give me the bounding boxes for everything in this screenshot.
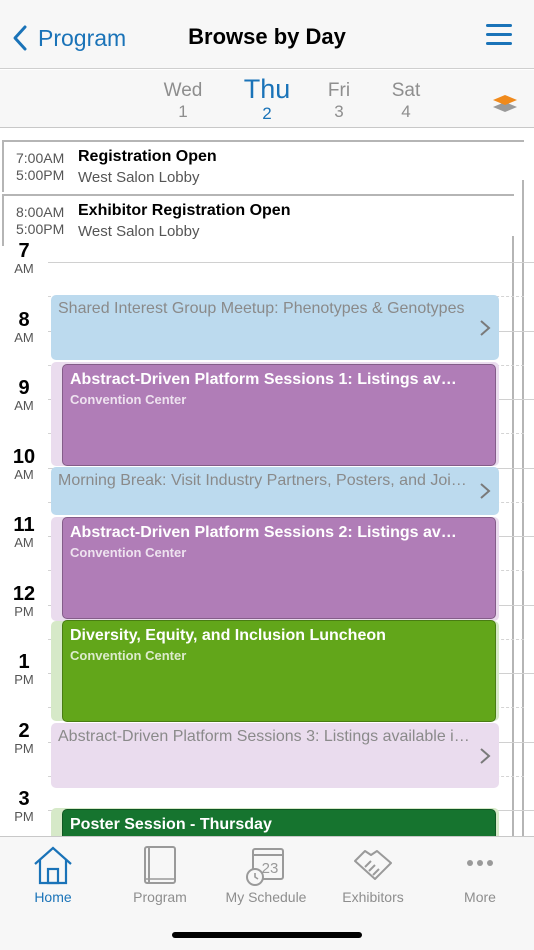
all-day-event-registration[interactable]: 7:00AM 5:00PM Registration Open West Sal… [2,140,524,192]
event-title: Exhibitor Registration Open [78,202,291,219]
tab-home[interactable]: Home [0,843,106,905]
more-dots-icon [467,860,493,866]
page-title: Browse by Day [188,24,346,49]
hour-gridline [48,262,534,263]
hour-label: 7 AM [14,240,34,276]
all-day-span-line [522,180,524,836]
event-start-time: 7:00AM [16,150,65,166]
day-name: Thu [243,74,291,104]
day-number: 3 [334,102,344,121]
nav-header: Program Browse by Day [0,0,534,69]
hour-label: 8 AM [14,309,34,345]
event-title: Poster Session - Thursday [70,816,272,833]
hour-label: 9 AM [14,377,34,413]
day-tab-wed[interactable]: Wed 1 [153,80,213,122]
event-title: Abstract-Driven Platform Sessions 1: Lis… [70,371,465,388]
event-shared-interest-group[interactable]: Shared Interest Group Meetup: Phenotypes… [51,295,499,360]
day-number: 4 [401,102,411,121]
day-number: 2 [262,104,272,123]
tab-label: More [464,889,496,905]
book-icon [144,846,176,884]
hour-label: 12 PM [12,583,36,619]
day-name: Sat [391,80,421,101]
event-times: 7:00AM 5:00PM [16,150,64,184]
hour-label: 2 PM [14,720,34,756]
hamburger-menu-icon[interactable] [486,24,512,50]
event-location: Convention Center [70,392,187,407]
home-indicator [172,932,362,938]
home-icon [34,846,72,885]
layers-icon[interactable] [492,92,518,116]
tab-label: My Schedule [225,889,307,905]
event-title: Shared Interest Group Meetup: Phenotypes… [58,300,465,317]
hour-label: 11 AM [13,514,35,550]
event-times: 8:00AM 5:00PM [16,204,64,238]
event-title: Abstract-Driven Platform Sessions 2: Lis… [70,524,465,541]
day-tab-fri[interactable]: Fri 3 [309,80,369,122]
event-title: Morning Break: Visit Industry Partners, … [58,472,473,489]
event-start-time: 8:00AM [16,204,65,220]
event-title: Diversity, Equity, and Inclusion Luncheo… [70,627,386,644]
event-location: West Salon Lobby [78,169,200,186]
hour-label: 10 AM [12,446,36,482]
event-location: West Salon Lobby [78,223,200,240]
day-selector: Wed 1 Thu 2 Fri 3 Sat 4 [0,70,534,128]
event-poster-session[interactable]: Poster Session - Thursday [62,809,496,836]
tab-program[interactable]: Program [107,843,213,905]
tab-label: Exhibitors [342,889,404,905]
tab-label: Home [34,889,72,905]
event-platform-sessions-2[interactable]: Abstract-Driven Platform Sessions 2: Lis… [62,517,496,619]
event-location: Convention Center [70,648,187,663]
tab-my-schedule[interactable]: 23 My Schedule [213,843,319,905]
event-platform-sessions-1[interactable]: Abstract-Driven Platform Sessions 1: Lis… [62,364,496,466]
hour-label: 1 PM [14,651,34,687]
day-name: Fri [327,80,351,101]
event-morning-break[interactable]: Morning Break: Visit Industry Partners, … [51,467,499,515]
event-title: Registration Open [78,148,217,165]
day-number: 1 [178,102,188,121]
day-tab-sat[interactable]: Sat 4 [376,80,436,122]
event-end-time: 5:00PM [16,221,65,237]
tab-label: Program [133,889,187,905]
event-dei-luncheon[interactable]: Diversity, Equity, and Inclusion Luncheo… [62,620,496,722]
event-end-time: 5:00PM [16,167,65,183]
browse-by-day-screen: Program Browse by Day Wed 1 Thu 2 Fri 3 … [0,0,534,950]
tab-more[interactable]: More [427,843,533,905]
day-name: Wed [163,80,203,101]
chevron-right-icon [480,483,491,499]
all-day-event-exhibitor-registration[interactable]: 8:00AM 5:00PM Exhibitor Registration Ope… [2,194,514,246]
chevron-right-icon [480,319,491,336]
chevron-right-icon [480,747,491,764]
calendar-clock-icon: 23 [246,848,284,886]
hour-label: 3 PM [14,788,34,824]
day-tab-thu[interactable]: Thu 2 [237,74,297,124]
event-title: Abstract-Driven Platform Sessions 3: Lis… [58,728,473,745]
handshake-icon [354,850,392,880]
event-platform-sessions-3[interactable]: Abstract-Driven Platform Sessions 3: Lis… [51,723,499,788]
tab-exhibitors[interactable]: Exhibitors [320,843,426,905]
calendar-date: 23 [262,860,279,877]
day-schedule[interactable]: 7:00AM 5:00PM Registration Open West Sal… [0,128,534,836]
event-location: Convention Center [70,545,187,560]
